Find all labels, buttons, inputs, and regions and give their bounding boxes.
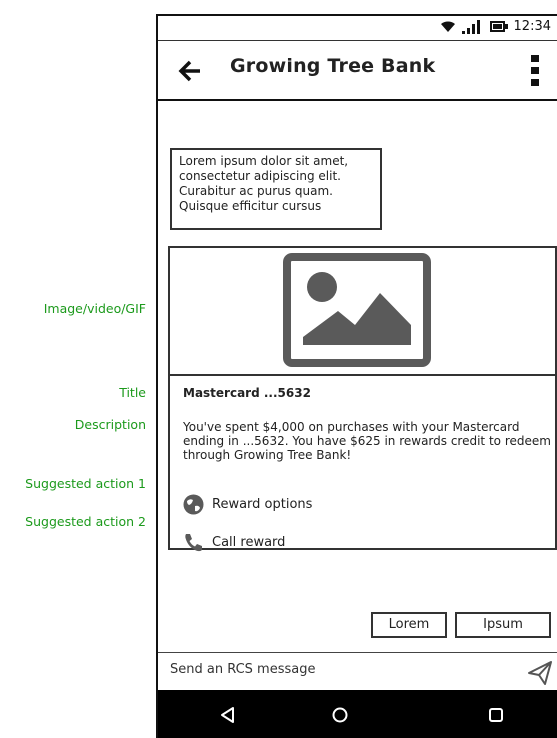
wifi-icon [440,21,455,32]
home-circle-icon[interactable] [330,705,350,725]
image-placeholder-icon [283,253,431,367]
suggested-reply-lorem[interactable]: Lorem [371,612,447,638]
annotation-description: Description [74,417,146,432]
suggested-action-call-reward[interactable]: Call reward [183,532,285,553]
back-triangle-icon[interactable] [218,705,238,725]
app-title: Growing Tree Bank [230,55,436,77]
suggested-action-reward-options[interactable]: Reward options [183,494,312,515]
annotation-title: Title [119,385,146,400]
card-media[interactable] [170,248,555,376]
navigation-bar [158,690,557,738]
annotation-media: Image/video/GIF [43,301,146,316]
battery-icon [489,21,508,32]
signal-icon [461,19,480,34]
annotation-action-1: Suggested action 1 [25,476,146,491]
globe-icon [183,494,204,515]
recents-square-icon[interactable] [486,705,506,725]
message-bubble: Lorem ipsum dolor sit amet, consectetur … [170,148,382,230]
more-vert-icon[interactable] [531,55,539,87]
card-description: You've spent $4,000 on purchases with yo… [183,420,551,462]
suggested-reply-ipsum[interactable]: Ipsum [455,612,551,638]
message-text: Lorem ipsum dolor sit amet, consectetur … [179,154,349,213]
message-input[interactable] [168,661,502,678]
action-label: Call reward [212,535,286,550]
send-icon[interactable] [527,660,553,686]
status-time: 12:34 [513,19,551,34]
phone-icon [185,534,202,552]
action-label: Reward options [212,497,313,512]
message-composer [158,652,557,692]
app-bar: Growing Tree Bank [158,41,557,101]
status-bar: 12:34 [158,16,557,41]
arrow-left-icon[interactable] [178,59,202,83]
rich-card[interactable]: Mastercard ...5632 You've spent $4,000 o… [168,246,557,553]
phone-screen: 12:34 Growing Tree Bank Lorem ipsum dolo… [156,14,557,738]
annotation-action-2: Suggested action 2 [25,514,146,529]
card-title: Mastercard ...5632 [183,386,311,400]
